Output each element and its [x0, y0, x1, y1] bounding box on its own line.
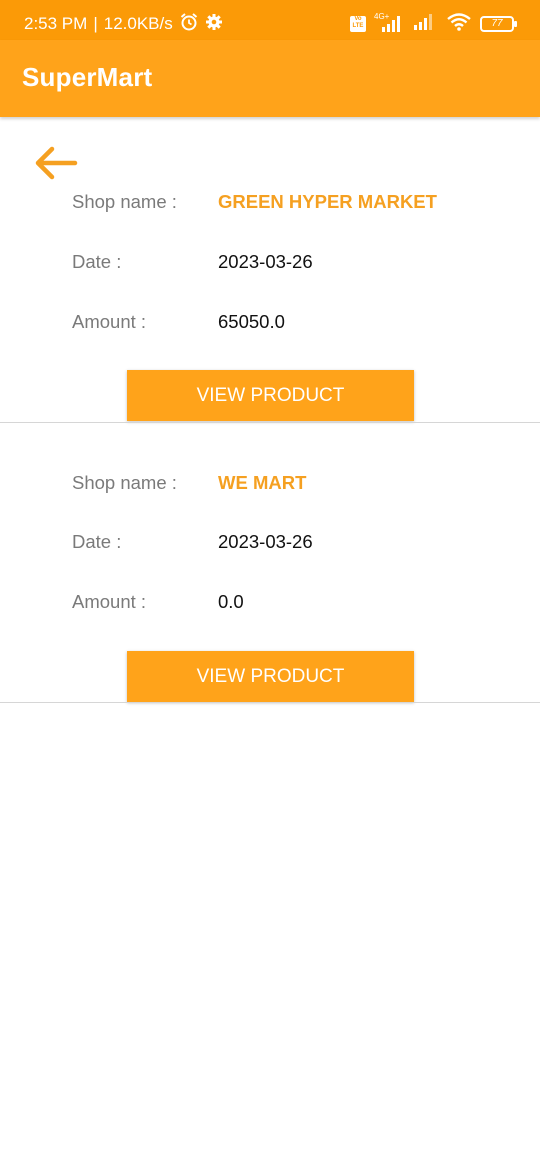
date-label: Date :	[72, 251, 122, 272]
date-value: 2023-03-26	[218, 251, 313, 272]
shop-name-value: GREEN HYPER MARKET	[218, 191, 437, 212]
amount-label: Amount :	[72, 311, 147, 332]
status-bar: 2:53 PM | 12.0KB/s Vo LTE 4G+ 77	[0, 0, 540, 40]
battery-icon: 77	[480, 16, 517, 32]
amount-label: Amount :	[72, 591, 147, 612]
wifi-icon	[446, 12, 472, 37]
view-product-button[interactable]: VIEW PRODUCT	[127, 651, 414, 702]
divider	[0, 422, 540, 423]
date-value: 2023-03-26	[218, 531, 313, 552]
signal-icon: 4G+	[374, 12, 404, 34]
back-arrow-icon	[32, 143, 78, 188]
date-label: Date :	[72, 531, 122, 552]
amount-value: 65050.0	[218, 311, 285, 332]
view-product-button[interactable]: VIEW PRODUCT	[127, 370, 414, 421]
settings-icon	[205, 13, 223, 36]
alarm-icon	[179, 12, 199, 37]
shop-name-value: WE MART	[218, 472, 307, 493]
shop-name-label: Shop name :	[72, 472, 177, 493]
app-title: SuperMart	[22, 62, 153, 92]
status-separator: |	[93, 14, 98, 33]
back-button[interactable]	[30, 143, 80, 187]
app-bar: SuperMart	[0, 40, 540, 117]
status-speed: 12.0KB/s	[103, 14, 173, 33]
signal-icon-2	[412, 12, 438, 37]
volte-icon: Vo LTE	[350, 16, 366, 32]
shop-name-label: Shop name :	[72, 191, 177, 212]
battery-level: 77	[491, 18, 503, 29]
status-time: 2:53 PM	[24, 14, 88, 33]
divider	[0, 702, 540, 703]
amount-value: 0.0	[218, 591, 244, 612]
